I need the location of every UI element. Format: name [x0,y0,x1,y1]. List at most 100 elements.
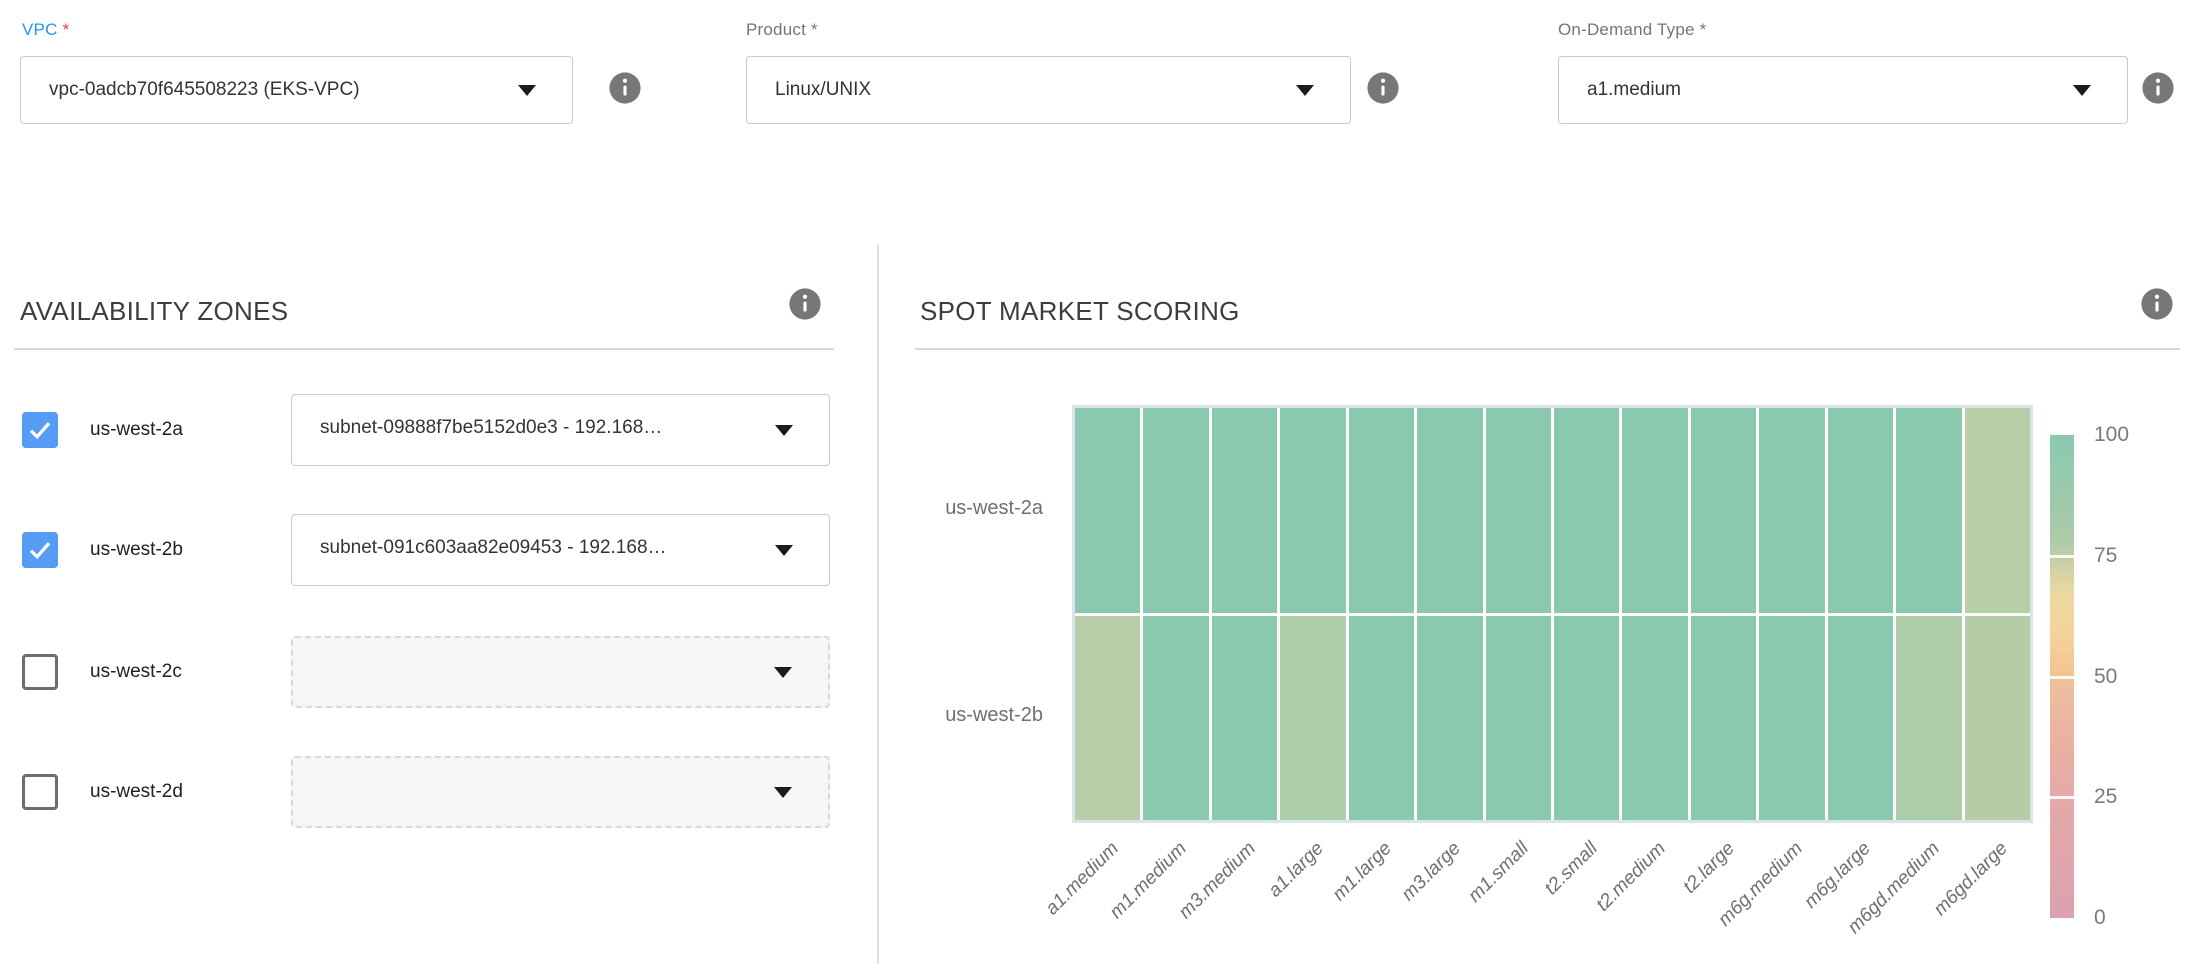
heatmap-x-label-a1.medium: a1.medium [987,838,1123,964]
az-subnet-caret-down-icon-us-west-2d [774,787,792,798]
heatmap-cell-us-west-2a-m1.small [1486,408,1551,613]
heatmap-cell-us-west-2b-m1.medium [1143,616,1208,821]
heatmap-cell-us-west-2a-a1.large [1280,408,1345,613]
heatmap-cell-us-west-2b-m6g.large [1828,616,1893,821]
on-demand-type-caret-down-icon [2073,85,2091,96]
on-demand-type-select-value: a1.medium [1587,57,1681,123]
az-checkbox-us-west-2b[interactable] [22,532,58,568]
heatmap-x-label-m3.large: m3.large [1330,838,1466,964]
heatmap-x-label-m6gd.medium: m6gd.medium [1809,838,1945,964]
heatmap-cell-us-west-2a-t2.medium [1622,408,1687,613]
heatmap-x-label-m1.small: m1.small [1398,838,1534,964]
az-checkbox-us-west-2a[interactable] [22,412,58,448]
heatmap-cell-us-west-2b-m3.medium [1212,616,1277,821]
vpc-required-asterisk: * [63,20,70,39]
heatmap [1072,405,2033,823]
on-demand-type-select[interactable]: a1.medium [1558,56,2128,124]
heatmap-cell-us-west-2a-m1.large [1349,408,1414,613]
spot-market-scoring-title: SPOT MARKET SCORING [920,296,1240,327]
heatmap-cell-us-west-2b-m3.large [1417,616,1482,821]
on-demand-type-label-text: On-Demand Type [1558,20,1695,39]
product-required-asterisk: * [811,20,818,39]
product-label-text: Product [746,20,806,39]
heatmap-x-label-t2.medium: t2.medium [1535,838,1671,964]
az-zone-label-us-west-2b: us-west-2b [90,532,183,568]
az-zone-label-us-west-2a: us-west-2a [90,412,183,448]
product-caret-down-icon [1296,85,1314,96]
heatmap-cell-us-west-2b-m1.large [1349,616,1414,821]
vpc-info-icon[interactable] [608,71,642,105]
heatmap-x-label-m1.large: m1.large [1261,838,1397,964]
heatmap-cell-us-west-2b-t2.small [1554,616,1619,821]
heatmap-y-label-us-west-2a: us-west-2a [823,497,1043,520]
heatmap-cell-us-west-2a-m1.medium [1143,408,1208,613]
heatmap-x-label-m3.medium: m3.medium [1124,838,1260,964]
page-root: VPC * vpc-0adcb70f645508223 (EKS-VPC) Pro… [0,0,2196,964]
colorbar-label-50: 50 [2094,665,2117,689]
az-checkbox-us-west-2d[interactable] [22,774,58,810]
vpc-select[interactable]: vpc-0adcb70f645508223 (EKS-VPC) [20,56,573,124]
colorbar-tick-line-25 [2050,796,2074,799]
heatmap-cell-us-west-2a-a1.medium [1075,408,1140,613]
az-zone-label-us-west-2d: us-west-2d [90,774,183,810]
product-select-value: Linux/UNIX [775,57,871,123]
heatmap-cell-us-west-2a-m3.large [1417,408,1482,613]
on-demand-type-info-icon[interactable] [2141,71,2175,105]
colorbar-tick-line-50 [2050,676,2074,679]
heatmap-x-label-t2.small: t2.small [1466,838,1602,964]
az-subnet-select-us-west-2d[interactable] [291,756,830,828]
heatmap-cell-us-west-2b-m1.small [1486,616,1551,821]
on-demand-type-label: On-Demand Type * [1558,20,1707,40]
az-zone-label-us-west-2c: us-west-2c [90,654,182,690]
heatmap-x-label-m6g.large: m6g.large [1740,838,1876,964]
az-subnet-caret-down-icon-us-west-2b [775,545,793,556]
vpc-caret-down-icon [518,85,536,96]
heatmap-colorbar [2050,435,2074,918]
az-checkbox-us-west-2c[interactable] [22,654,58,690]
product-info-icon[interactable] [1366,71,1400,105]
product-select[interactable]: Linux/UNIX [746,56,1351,124]
az-subnet-value-us-west-2b: subnet-091c603aa82e09453 - 192.168… [320,515,667,581]
heatmap-cell-us-west-2b-m6gd.large [1965,616,2030,821]
colorbar-label-100: 100 [2094,423,2129,447]
availability-zones-info-icon[interactable] [788,287,822,321]
vpc-label: VPC * [22,20,69,40]
heatmap-cell-us-west-2b-m6g.medium [1759,616,1824,821]
heatmap-x-label-t2.large: t2.large [1603,838,1739,964]
heatmap-x-label-m1.medium: m1.medium [1056,838,1192,964]
az-subnet-caret-down-icon-us-west-2a [775,425,793,436]
on-demand-type-required-asterisk: * [1700,20,1707,39]
az-subnet-caret-down-icon-us-west-2c [774,667,792,678]
heatmap-cell-us-west-2a-t2.small [1554,408,1619,613]
heatmap-x-label-a1.large: a1.large [1193,838,1329,964]
az-subnet-select-us-west-2b[interactable]: subnet-091c603aa82e09453 - 192.168… [291,514,830,586]
availability-zones-divider [14,348,834,350]
colorbar-tick-line-75 [2050,555,2074,558]
heatmap-cell-us-west-2a-m6gd.medium [1896,408,1961,613]
spot-market-scoring-divider [915,348,2180,350]
product-label: Product * [746,20,818,40]
vpc-select-value: vpc-0adcb70f645508223 (EKS-VPC) [49,57,360,123]
heatmap-cell-us-west-2a-m6gd.large [1965,408,2030,613]
vpc-label-text: VPC [22,20,58,39]
heatmap-cell-us-west-2a-m6g.medium [1759,408,1824,613]
heatmap-y-label-us-west-2b: us-west-2b [823,704,1043,727]
heatmap-cell-us-west-2a-t2.large [1691,408,1756,613]
heatmap-cell-us-west-2a-m6g.large [1828,408,1893,613]
spot-market-scoring-info-icon[interactable] [2140,287,2174,321]
heatmap-x-label-m6g.medium: m6g.medium [1672,838,1808,964]
az-subnet-select-us-west-2a[interactable]: subnet-09888f7be5152d0e3 - 192.168… [291,394,830,466]
heatmap-cell-us-west-2b-a1.large [1280,616,1345,821]
colorbar-label-0: 0 [2094,906,2106,930]
heatmap-cell-us-west-2b-a1.medium [1075,616,1140,821]
heatmap-cell-us-west-2b-t2.large [1691,616,1756,821]
colorbar-label-75: 75 [2094,544,2117,568]
az-subnet-value-us-west-2a: subnet-09888f7be5152d0e3 - 192.168… [320,395,662,461]
heatmap-cell-us-west-2b-t2.medium [1622,616,1687,821]
az-subnet-select-us-west-2c[interactable] [291,636,830,708]
heatmap-x-label-m6gd.large: m6gd.large [1877,838,2013,964]
colorbar-label-25: 25 [2094,785,2117,809]
availability-zones-title: AVAILABILITY ZONES [20,296,288,327]
heatmap-cell-us-west-2a-m3.medium [1212,408,1277,613]
heatmap-cell-us-west-2b-m6gd.medium [1896,616,1961,821]
